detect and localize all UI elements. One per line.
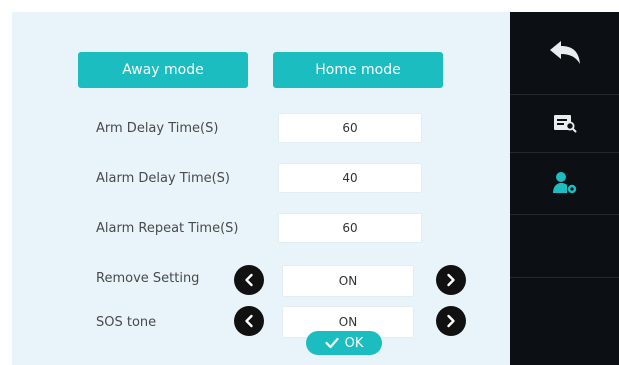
back-button[interactable] bbox=[510, 12, 619, 95]
arm-delay-label: Arm Delay Time(S) bbox=[96, 121, 219, 136]
chevron-right-icon bbox=[447, 314, 455, 328]
sos-tone-prev-button[interactable] bbox=[234, 306, 264, 336]
remove-setting-prev-button[interactable] bbox=[234, 265, 264, 295]
settings-panel: Away mode Home mode Arm Delay Time(S) 60… bbox=[12, 12, 510, 365]
log-search-button[interactable] bbox=[510, 94, 619, 153]
back-arrow-icon bbox=[549, 41, 580, 64]
ok-label: OK bbox=[344, 335, 364, 351]
chevron-left-icon bbox=[245, 314, 253, 328]
arm-delay-field[interactable]: 60 bbox=[278, 113, 422, 143]
chevron-right-icon bbox=[447, 273, 455, 287]
user-settings-button[interactable] bbox=[510, 152, 619, 215]
sidebar bbox=[510, 12, 619, 365]
checkmark-icon bbox=[325, 337, 339, 349]
alarm-delay-field[interactable]: 40 bbox=[278, 163, 422, 193]
remove-setting-label: Remove Setting bbox=[96, 271, 200, 286]
alarm-repeat-label: Alarm Repeat Time(S) bbox=[96, 221, 239, 236]
chevron-left-icon bbox=[245, 273, 253, 287]
user-settings-icon bbox=[552, 172, 576, 194]
sos-tone-label: SOS tone bbox=[96, 315, 157, 330]
home-mode-button[interactable]: Home mode bbox=[273, 52, 443, 88]
away-mode-label: Away mode bbox=[122, 62, 204, 78]
log-search-icon bbox=[553, 115, 576, 133]
alarm-repeat-field[interactable]: 60 bbox=[278, 213, 422, 243]
remove-setting-next-button[interactable] bbox=[436, 265, 466, 295]
sos-tone-next-button[interactable] bbox=[436, 306, 466, 336]
alarm-delay-label: Alarm Delay Time(S) bbox=[96, 171, 231, 186]
ok-button[interactable]: OK bbox=[306, 331, 382, 355]
home-mode-label: Home mode bbox=[315, 62, 401, 78]
remove-setting-value: ON bbox=[282, 265, 414, 297]
away-mode-button[interactable]: Away mode bbox=[78, 52, 248, 88]
sidebar-divider bbox=[510, 277, 619, 278]
